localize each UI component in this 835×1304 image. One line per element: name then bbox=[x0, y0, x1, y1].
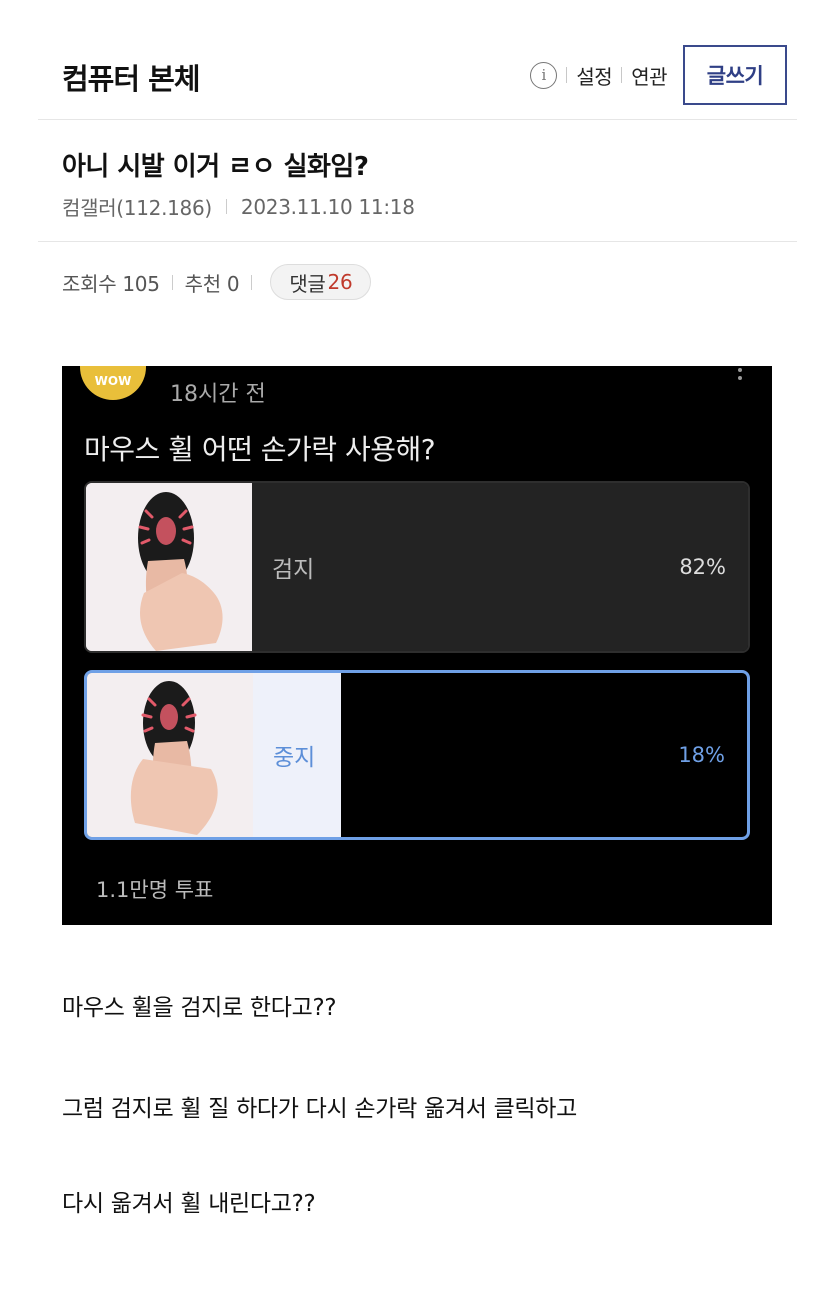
body-paragraph: 그럼 검지로 휠 질 하다가 다시 손가락 옮겨서 클릭하고 bbox=[62, 1096, 578, 1122]
poll-vote-count: 1.1만명 투표 bbox=[96, 878, 214, 902]
body-paragraph: 마우스 휠을 검지로 한다고?? bbox=[62, 995, 337, 1021]
poll-option-selected: 중지 18% bbox=[84, 670, 750, 840]
gallery-header: 컴퓨터 본체 i 설정 연관 글쓰기 bbox=[38, 0, 797, 120]
write-post-button[interactable]: 글쓰기 bbox=[683, 45, 787, 105]
divider bbox=[251, 274, 253, 290]
poll-option-percent: 82% bbox=[679, 555, 726, 579]
body-paragraph: 다시 옮겨서 휠 내린다고?? bbox=[62, 1191, 316, 1217]
poll-question: 마우스 휠 어떤 손가락 사용해? bbox=[84, 433, 436, 466]
divider bbox=[566, 67, 568, 83]
poll-option-label: 검지 bbox=[272, 557, 315, 583]
mouse-hand-image bbox=[86, 483, 252, 651]
poll-option-percent: 18% bbox=[678, 743, 725, 767]
poll-option-label: 중지 bbox=[273, 745, 316, 771]
divider bbox=[225, 199, 227, 214]
related-link[interactable]: 연관 bbox=[631, 61, 667, 90]
view-count: 조회수 105 bbox=[62, 271, 160, 296]
header-tools: i 설정 연관 글쓰기 bbox=[530, 45, 787, 105]
comments-button[interactable]: 댓글 26 bbox=[270, 264, 372, 300]
info-icon[interactable]: i bbox=[530, 61, 558, 89]
poll-option-bar bbox=[252, 483, 748, 651]
poll-time: 18시간 전 bbox=[170, 382, 266, 407]
post-datetime: 2023.11.10 11:18 bbox=[240, 194, 415, 219]
post-title: 아니 시발 이거 ㄹㅇ 실화임? bbox=[62, 152, 369, 182]
avatar-text: WOW bbox=[94, 374, 132, 388]
divider bbox=[171, 274, 173, 290]
poll-option: 검지 82% bbox=[84, 481, 750, 653]
avatar: WOW bbox=[80, 366, 146, 400]
divider bbox=[621, 67, 623, 83]
comments-label: 댓글 bbox=[289, 271, 326, 296]
recommend-count: 추천 0 bbox=[184, 271, 240, 296]
post-header: 아니 시발 이거 ㄹㅇ 실화임? 컴갤러(112.186) 2023.11.10… bbox=[38, 120, 797, 242]
post-meta: 컴갤러(112.186) 2023.11.10 11:18 bbox=[62, 192, 415, 221]
gallery-title[interactable]: 컴퓨터 본체 bbox=[62, 56, 200, 98]
post-author[interactable]: 컴갤러(112.186) bbox=[62, 192, 212, 221]
more-menu-icon bbox=[738, 366, 744, 380]
post-stats: 조회수 105 추천 0 댓글 26 bbox=[62, 264, 372, 300]
poll-image: WOW 18시간 전 마우스 휠 어떤 손가락 사용해? 검지 82% 중지 1… bbox=[62, 366, 772, 925]
comments-count: 26 bbox=[327, 270, 353, 294]
mouse-hand-image bbox=[87, 673, 253, 837]
settings-link[interactable]: 설정 bbox=[576, 61, 612, 90]
